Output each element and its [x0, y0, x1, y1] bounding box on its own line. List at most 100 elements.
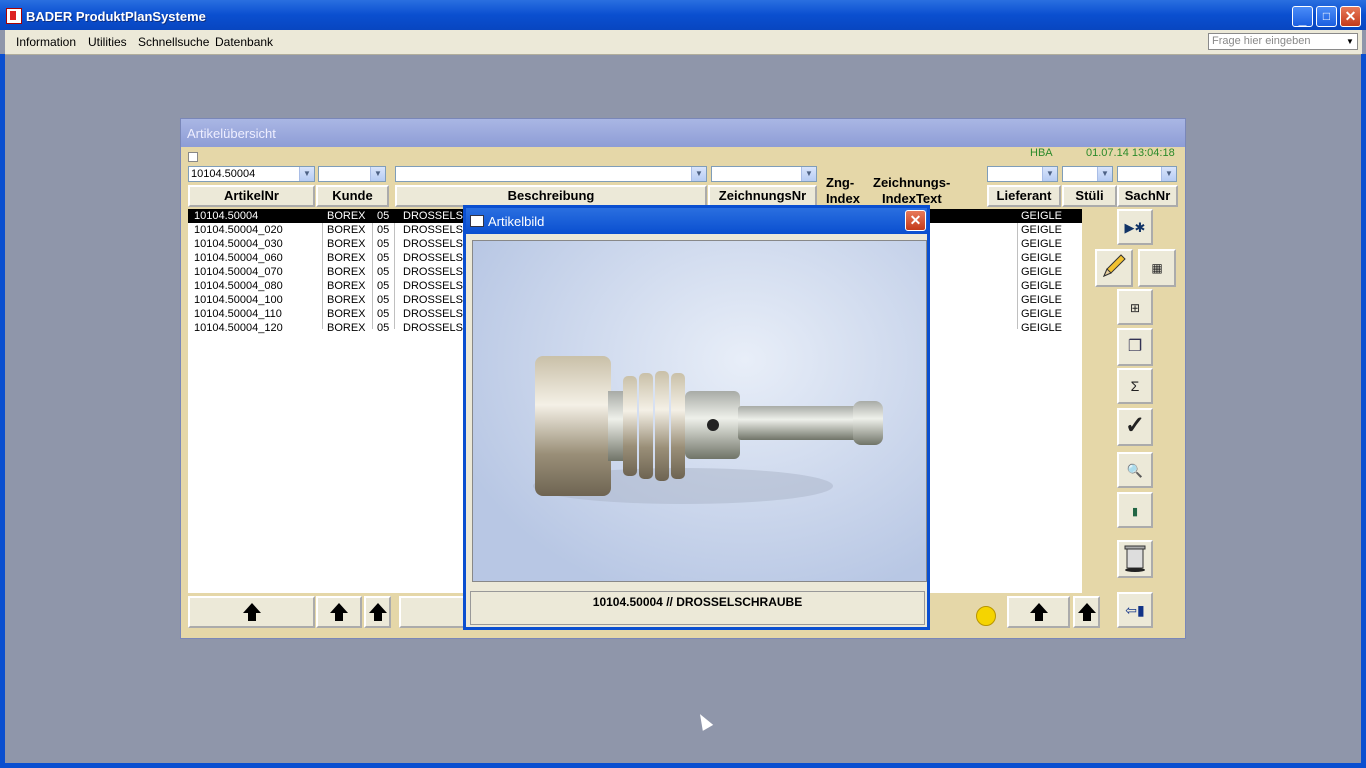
cell-artikelnr: 10104.50004_070 [194, 266, 283, 278]
app-frame-right [1361, 54, 1366, 768]
chevron-down-icon[interactable]: ▼ [370, 167, 385, 181]
cell-code: 05 [377, 266, 390, 278]
app-frame-bottom [0, 763, 1366, 768]
nav-last-button[interactable] [1073, 596, 1100, 628]
cell-lieferant: GEIGLE [1021, 252, 1062, 264]
cell-kunde: BOREX [327, 308, 366, 320]
app-title-bar: BADER ProduktPlanSysteme _ □ ✕ [0, 0, 1366, 30]
cell-beschreibung: DROSSELSC [403, 210, 471, 222]
article-caption: 10104.50004 // DROSSELSCHRAUBE [470, 591, 925, 625]
cell-lieferant: GEIGLE [1021, 224, 1062, 236]
up-arrow-icon [1077, 603, 1096, 621]
chevron-down-icon[interactable]: ▼ [1161, 167, 1176, 181]
menu-utilities[interactable]: Utilities [88, 35, 127, 49]
help-question-input[interactable]: Frage hier eingeben ▼ [1208, 33, 1358, 50]
cell-artikelnr: 10104.50004_020 [194, 224, 283, 236]
chevron-down-icon[interactable]: ▼ [801, 167, 816, 181]
minimize-button[interactable]: _ [1292, 6, 1313, 27]
book-icon[interactable]: ▮ [1117, 492, 1153, 528]
sort-sachnr-button[interactable]: SachNr [1117, 185, 1178, 207]
indextext-header-line1: Zeichnungs- [873, 175, 951, 190]
zeichnungsnr-filter[interactable]: ▼ [711, 166, 817, 182]
cell-code: 05 [377, 210, 390, 222]
cell-lieferant: GEIGLE [1021, 238, 1062, 250]
sort-stueli-button[interactable]: Stüli [1062, 185, 1117, 207]
nav-prev-small-button[interactable] [364, 596, 391, 628]
cell-artikelnr: 10104.50004_060 [194, 252, 283, 264]
chevron-down-icon[interactable]: ▼ [691, 167, 706, 181]
kunde-filter[interactable]: ▼ [318, 166, 386, 182]
cell-code: 05 [377, 322, 390, 334]
indextext-header-line2: IndexText [882, 191, 942, 206]
cell-kunde: BOREX [327, 294, 366, 306]
cell-code: 05 [377, 280, 390, 292]
chevron-down-icon[interactable]: ▼ [299, 167, 314, 181]
sort-kunde-button[interactable]: Kunde [316, 185, 389, 207]
cell-lieferant: GEIGLE [1021, 210, 1062, 222]
play-star-icon[interactable]: ▶✱ [1117, 209, 1153, 245]
print-preview-icon[interactable]: 🔍 [1117, 452, 1153, 488]
cell-kunde: BOREX [327, 322, 366, 334]
cell-lieferant: GEIGLE [1021, 322, 1062, 334]
zng-index-header-line1: Zng- [826, 175, 855, 190]
artikel-window-title-bar[interactable]: Artikelübersicht [181, 119, 1185, 147]
sort-zeichnungsnr-button[interactable]: ZeichnungsNr [708, 185, 817, 207]
cell-artikelnr: 10104.50004_110 [194, 308, 282, 320]
artikelbild-title: Artikelbild [488, 214, 545, 229]
cell-artikelnr: 10104.50004_030 [194, 238, 283, 250]
lieferant-filter[interactable]: ▼ [987, 166, 1058, 182]
trash-icon[interactable] [1117, 540, 1153, 578]
cell-kunde: BOREX [327, 238, 366, 250]
cell-beschreibung: DROSSELSC [403, 224, 471, 236]
pencil-icon[interactable] [1095, 249, 1133, 287]
menu-datenbank[interactable]: Datenbank [215, 35, 273, 49]
sort-beschreibung-button[interactable]: Beschreibung [395, 185, 707, 207]
menu-bar: Information Utilities Schnellsuche Daten… [5, 30, 1362, 55]
copy-pages-icon[interactable]: ❐ [1117, 328, 1153, 366]
chevron-down-icon[interactable]: ▼ [1042, 167, 1057, 181]
artikelnr-filter[interactable]: 10104.50004 ▼ [188, 166, 315, 182]
up-arrow-icon [242, 603, 261, 621]
chevron-down-icon[interactable]: ▼ [1344, 35, 1356, 48]
sachnr-filter[interactable]: ▼ [1117, 166, 1177, 182]
cell-artikelnr: 10104.50004_120 [194, 322, 283, 334]
close-button[interactable]: ✕ [1340, 6, 1361, 27]
sort-artikelnr-button[interactable]: ArtikelNr [188, 185, 315, 207]
cell-lieferant: GEIGLE [1021, 308, 1062, 320]
artikelbild-dialog: Artikelbild ✕ 10104.50004 // DROSSELSCHR… [463, 205, 930, 630]
nav-next-button[interactable] [1007, 596, 1070, 628]
exit-door-icon[interactable]: ⇦▮ [1117, 592, 1153, 628]
chevron-down-icon[interactable]: ▼ [1097, 167, 1112, 181]
cell-artikelnr: 10104.50004 [194, 210, 259, 222]
user-label: HBA [1030, 147, 1053, 159]
record-selector[interactable] [188, 152, 198, 162]
cell-kunde: BOREX [327, 252, 366, 264]
cell-lieferant: GEIGLE [1021, 294, 1062, 306]
dialog-close-button[interactable]: ✕ [905, 210, 926, 231]
cell-beschreibung: DROSSELSC [403, 238, 471, 250]
sigma-icon[interactable]: Σ [1117, 368, 1153, 404]
cell-beschreibung: DROSSELSC [403, 322, 471, 334]
zng-index-header-line2: Index [826, 191, 860, 206]
datetime-label: 01.07.14 13:04:18 [1086, 147, 1175, 159]
app-title: BADER ProduktPlanSysteme [26, 9, 206, 24]
checkmark-icon[interactable]: ✓ [1117, 408, 1153, 446]
artikelbild-title-bar[interactable]: Artikelbild [466, 208, 927, 234]
hierarchy-icon[interactable]: ⊞ [1117, 289, 1153, 325]
sigma-glyph: Σ [1130, 378, 1140, 394]
stueli-filter[interactable]: ▼ [1062, 166, 1113, 182]
menu-information[interactable]: Information [16, 35, 76, 49]
nav-first-button[interactable] [188, 596, 315, 628]
cell-beschreibung: DROSSELSC [403, 266, 471, 278]
cell-beschreibung: DROSSELSC [403, 308, 471, 320]
maximize-button[interactable]: □ [1316, 6, 1337, 27]
beschreibung-filter[interactable]: ▼ [395, 166, 707, 182]
cell-kunde: BOREX [327, 280, 366, 292]
app-frame-left [0, 54, 5, 768]
nav-prev-button[interactable] [316, 596, 362, 628]
menu-schnellsuche[interactable]: Schnellsuche [138, 35, 209, 49]
up-arrow-icon [330, 603, 348, 621]
cell-code: 05 [377, 224, 390, 236]
sort-lieferant-button[interactable]: Lieferant [987, 185, 1061, 207]
calculator-icon[interactable]: ▦ [1138, 249, 1176, 287]
